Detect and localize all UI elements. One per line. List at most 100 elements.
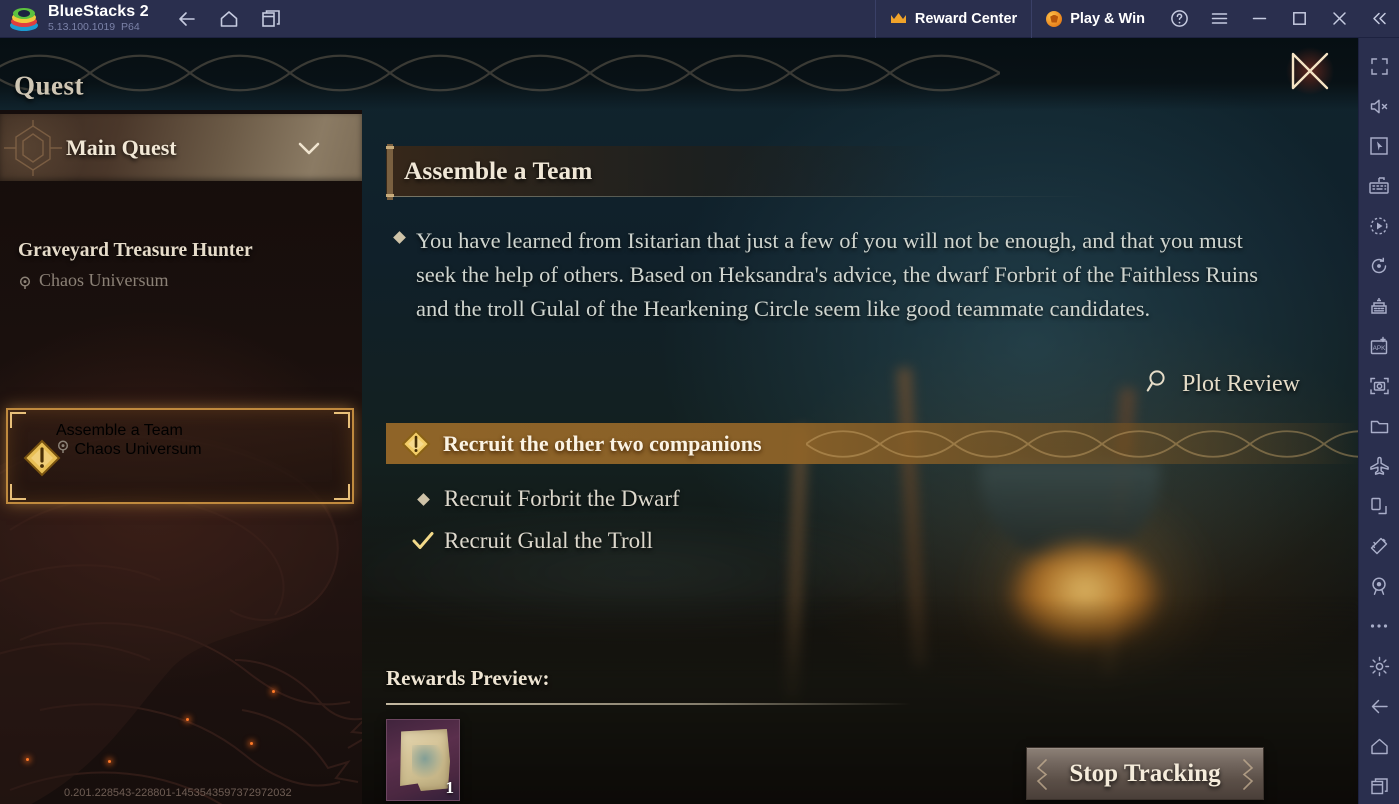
trim-icon[interactable]: [1359, 526, 1399, 566]
sub-objective-item: Recruit Forbrit the Dwarf: [410, 478, 680, 520]
celtic-knot-ornament: [0, 54, 1000, 92]
plot-review-button[interactable]: Plot Review: [1146, 368, 1300, 401]
help-icon[interactable]: [1159, 0, 1199, 38]
page-title: Quest: [14, 70, 84, 101]
quest-item-title: Graveyard Treasure Hunter: [18, 240, 253, 261]
location-pin-icon: [56, 440, 74, 458]
reward-item-slot[interactable]: 1: [386, 719, 460, 801]
plot-review-label: Plot Review: [1182, 371, 1300, 397]
quest-item-location-label: Chaos Universum: [39, 270, 169, 290]
stop-tracking-label: Stop Tracking: [1069, 759, 1221, 787]
quest-window-header: Quest: [0, 38, 1358, 110]
search-icon: [1146, 368, 1172, 401]
close-icon[interactable]: [1319, 0, 1359, 38]
divider: [386, 703, 911, 705]
menu-icon[interactable]: [1199, 0, 1239, 38]
bullet-diamond-icon: [393, 231, 406, 244]
play-and-win-button[interactable]: Play & Win: [1031, 0, 1159, 38]
ember-particle: [186, 718, 189, 721]
sub-objective-label: Recruit Forbrit the Dwarf: [444, 486, 680, 511]
multi-instance-icon[interactable]: [259, 7, 283, 31]
location-icon[interactable]: [1359, 566, 1399, 606]
header-left-ornament: [386, 144, 394, 200]
titlebar-nav-group: [175, 7, 283, 31]
game-viewport: Quest Main Quest Graveyard Treasure Hunt…: [0, 38, 1358, 804]
close-quest-button[interactable]: [1283, 44, 1337, 98]
more-icon[interactable]: [1359, 606, 1399, 646]
checkmark-icon: [410, 531, 436, 551]
quest-item-location: Chaos Universum: [56, 440, 202, 459]
stop-tracking-button[interactable]: Stop Tracking: [1026, 747, 1264, 800]
cursor-control-icon[interactable]: [1359, 126, 1399, 166]
back-icon[interactable]: [1359, 686, 1399, 726]
sub-objectives-list: Recruit Forbrit the Dwarf Recruit Gulal …: [410, 478, 680, 562]
rewards-preview-label: Rewards Preview:: [386, 666, 550, 690]
quest-detail-pane: Assemble a Team You have learned from Is…: [386, 144, 1316, 397]
rune-ornament-icon: [4, 120, 62, 176]
main-quest-category-header[interactable]: Main Quest: [0, 114, 362, 181]
reward-center-button[interactable]: Reward Center: [874, 0, 1031, 38]
button-ornament: [1242, 759, 1254, 790]
multi-instance-manager-icon[interactable]: [1359, 286, 1399, 326]
quest-objective-bar[interactable]: Recruit the other two companions: [386, 423, 1358, 464]
celtic-knot-ornament: [806, 430, 1358, 458]
shake-icon[interactable]: [1359, 486, 1399, 526]
home-icon[interactable]: [1359, 726, 1399, 766]
install-apk-icon[interactable]: APK: [1359, 326, 1399, 366]
fullscreen-icon[interactable]: [1359, 46, 1399, 86]
ember-particle: [250, 742, 253, 745]
frame-corner: [10, 412, 26, 428]
quest-list-panel: Main Quest Graveyard Treasure Hunter Cha…: [0, 110, 362, 804]
quest-item-title: Assemble a Team: [56, 422, 183, 439]
sub-objective-item: Recruit Gulal the Troll: [410, 520, 680, 562]
reward-item-count: 1: [445, 778, 455, 797]
frame-corner: [334, 412, 350, 428]
bluestacks-window: BlueStacks 2 5.13.100.1019 P64 Reward Ce…: [0, 0, 1399, 804]
titlebar-right-group: Reward Center Play & Win: [874, 0, 1399, 38]
collapse-sidebar-icon[interactable]: [1359, 0, 1399, 38]
media-folder-icon[interactable]: [1359, 406, 1399, 446]
objective-label: Recruit the other two companions: [443, 430, 762, 456]
quest-detail-title: Assemble a Team: [404, 156, 593, 185]
app-version: 5.13.100.1019 P64: [48, 21, 140, 33]
main-quest-label: Main Quest: [66, 134, 177, 160]
frame-corner: [10, 484, 26, 500]
rotate-icon[interactable]: [1359, 246, 1399, 286]
quest-item-location-label: Chaos Universum: [74, 441, 202, 458]
app-title-block: BlueStacks 2 5.13.100.1019 P64: [48, 3, 149, 34]
frame-corner: [334, 484, 350, 500]
airplane-icon[interactable]: [1359, 446, 1399, 486]
rewards-preview-section: Rewards Preview: 1: [386, 666, 946, 801]
quest-item-location: Chaos Universum: [18, 270, 348, 291]
settings-gear-icon[interactable]: [1359, 646, 1399, 686]
minimize-icon[interactable]: [1239, 0, 1279, 38]
bluestacks-logo-icon: [9, 4, 39, 34]
button-ornament: [1036, 759, 1048, 790]
location-pin-icon: [18, 274, 32, 289]
recents-icon[interactable]: [1359, 766, 1399, 804]
bluestacks-sidebar: APK: [1358, 38, 1399, 804]
ember-particle: [26, 758, 29, 761]
bullet-diamond-icon: [410, 492, 436, 506]
quest-list-item-active[interactable]: Assemble a Team Chaos Universum: [6, 408, 354, 504]
coin-icon: [1046, 10, 1063, 27]
home-icon[interactable]: [217, 7, 241, 31]
maximize-icon[interactable]: [1279, 0, 1319, 38]
crown-icon: [890, 12, 907, 25]
chevron-down-icon[interactable]: [298, 142, 320, 160]
mute-icon[interactable]: [1359, 86, 1399, 126]
quest-detail-header: Assemble a Team: [386, 144, 1316, 200]
treasure-map-fragment-icon: [400, 729, 450, 791]
back-icon[interactable]: [175, 7, 199, 31]
app-name: BlueStacks 2: [48, 3, 149, 20]
macro-play-icon[interactable]: [1359, 206, 1399, 246]
quest-description-block: You have learned from Isitarian that jus…: [386, 224, 1286, 326]
keyboard-icon[interactable]: [1359, 166, 1399, 206]
title-bar: BlueStacks 2 5.13.100.1019 P64 Reward Ce…: [0, 0, 1399, 38]
quest-description-text: You have learned from Isitarian that jus…: [416, 228, 1258, 321]
sub-objective-label: Recruit Gulal the Troll: [444, 528, 653, 553]
header-underline: [388, 196, 1088, 197]
ember-particle: [108, 760, 111, 763]
quest-list-item[interactable]: Graveyard Treasure Hunter Chaos Universu…: [18, 240, 348, 291]
screenshot-icon[interactable]: [1359, 366, 1399, 406]
